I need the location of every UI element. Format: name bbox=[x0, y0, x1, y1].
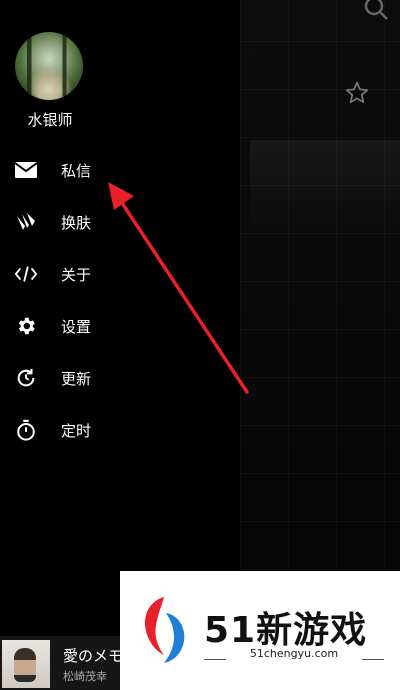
menu-item-update[interactable]: 更新 bbox=[0, 352, 240, 404]
avatar[interactable] bbox=[15, 32, 83, 100]
background-highlight bbox=[250, 140, 400, 240]
menu-item-messages[interactable]: 私信 bbox=[0, 144, 240, 196]
menu-item-timer[interactable]: 定时 bbox=[0, 404, 240, 456]
timer-icon bbox=[14, 418, 38, 442]
refresh-icon bbox=[14, 366, 38, 390]
watermark-logo-icon bbox=[144, 597, 185, 663]
menu-item-label: 私信 bbox=[61, 161, 92, 180]
watermark-url: 51chengyu.com bbox=[249, 647, 339, 660]
menu-item-label: 定时 bbox=[61, 421, 92, 440]
menu-item-settings[interactable]: 设置 bbox=[0, 300, 240, 352]
main-content-background bbox=[240, 0, 400, 570]
song-artist: 松崎茂幸 bbox=[63, 670, 107, 683]
code-icon bbox=[14, 262, 38, 286]
album-art[interactable] bbox=[2, 640, 50, 688]
song-title: 愛のメモ bbox=[63, 647, 124, 665]
menu-item-skin[interactable]: 换肤 bbox=[0, 196, 240, 248]
gear-icon bbox=[14, 314, 38, 338]
watermark-rule-right bbox=[362, 659, 384, 660]
watermark-brand: 51新游戏 bbox=[204, 610, 368, 651]
skin-icon bbox=[14, 210, 38, 234]
menu-item-label: 换肤 bbox=[61, 213, 92, 232]
mail-icon bbox=[14, 158, 38, 182]
search-icon[interactable] bbox=[362, 0, 390, 22]
menu-item-label: 设置 bbox=[61, 317, 92, 336]
watermark: 51新游戏 51chengyu.com bbox=[120, 571, 400, 690]
username: 水银师 bbox=[27, 111, 73, 129]
menu-item-label: 关于 bbox=[61, 265, 92, 284]
menu-item-label: 更新 bbox=[61, 369, 92, 388]
menu-item-about[interactable]: 关于 bbox=[0, 248, 240, 300]
star-icon[interactable] bbox=[344, 80, 370, 106]
